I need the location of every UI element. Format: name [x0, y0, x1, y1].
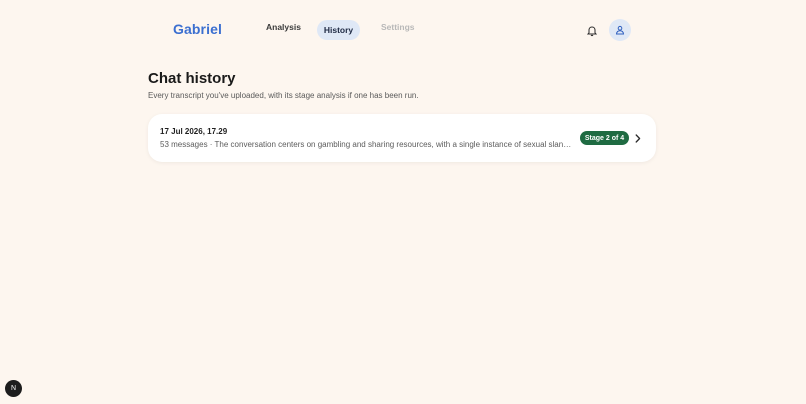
nav-history[interactable]: History — [317, 20, 360, 40]
notifications-button[interactable] — [585, 24, 599, 38]
page-title: Chat history — [148, 70, 236, 87]
open-transcript-button[interactable] — [634, 132, 642, 144]
corner-n-badge[interactable]: N — [5, 380, 22, 397]
transcript-card[interactable]: 17 Jul 2026, 17.29 53 messages · The con… — [148, 114, 656, 162]
nav-analysis[interactable]: Analysis — [266, 22, 301, 32]
stage-badge: Stage 2 of 4 — [580, 131, 629, 145]
chevron-right-icon — [635, 133, 641, 143]
brand-logo[interactable]: Gabriel — [173, 21, 222, 37]
nav-settings[interactable]: Settings — [381, 22, 415, 32]
transcript-summary: 53 messages · The conversation centers o… — [160, 140, 572, 149]
user-icon — [615, 25, 625, 35]
top-navigation: Gabriel Analysis History Settings — [0, 0, 806, 60]
page-subtitle: Every transcript you've uploaded, with i… — [148, 91, 419, 100]
transcript-date: 17 Jul 2026, 17.29 — [160, 127, 228, 136]
nav-history-label: History — [323, 25, 354, 35]
bell-icon — [587, 25, 597, 36]
profile-button[interactable] — [609, 19, 631, 41]
